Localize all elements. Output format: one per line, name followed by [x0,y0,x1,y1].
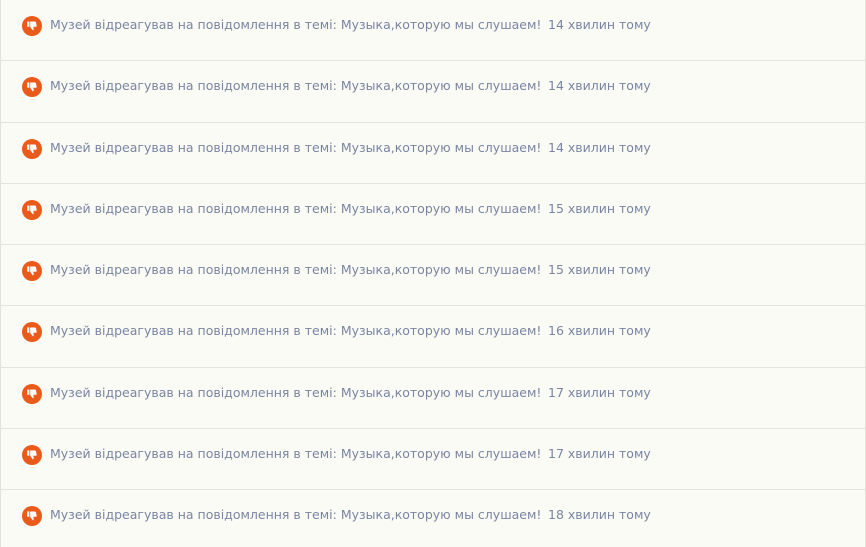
alert-time: 18 хвилин тому [548,507,651,522]
thumbs-down-icon [22,77,42,98]
thumbs-down-icon [22,16,42,36]
alert-time: 14 хвилин тому [548,139,651,155]
alert-row: Музей відреагував на повідомлення в темі… [1,306,865,368]
alert-row: Музей відреагував на повідомлення в темі… [1,183,865,245]
thumbs-down-icon [22,506,42,526]
thumbs-down-icon [22,383,42,404]
alert-time: 14 хвилин тому [548,78,651,94]
alert-text-link[interactable]: Музей відреагував на повідомлення в темі… [50,507,541,523]
alert-text-link[interactable]: Музей відреагував на повідомлення в темі… [50,201,541,217]
alert-text-link[interactable]: Музей відреагував на повідомлення в темі… [50,140,541,156]
alert-time: 15 хвилин тому [548,262,651,277]
thumbs-down-icon [22,444,42,465]
alert-time: 14 хвилин тому [548,17,651,32]
alert-text-link[interactable]: Музей відреагував на повідомлення в темі… [50,17,541,33]
alert-row: Музей відреагував на повідомлення в темі… [1,490,865,547]
alert-time: 17 хвилин тому [548,384,651,400]
thumbs-down-icon [22,138,42,159]
alert-text-link[interactable]: Музей відреагував на повідомлення в темі… [50,385,541,401]
alert-text-link[interactable]: Музей відреагував на повідомлення в темі… [50,78,541,94]
alert-time: 16 хвилин тому [548,323,651,339]
alert-row: Музей відреагував на повідомлення в темі… [1,122,865,184]
alert-time: 17 хвилин тому [548,445,651,461]
alert-row: Музей відреагував на повідомлення в темі… [1,367,865,429]
thumbs-down-icon [22,261,42,281]
alert-text-link[interactable]: Музей відреагував на повідомлення в темі… [50,323,541,339]
thumbs-down-icon [22,322,42,343]
alert-text-link[interactable]: Музей відреагував на повідомлення в темі… [50,262,541,278]
alerts-list: Музей відреагував на повідомлення в темі… [0,0,866,547]
alert-row: Музей відреагував на повідомлення в темі… [1,245,865,307]
alert-text-link[interactable]: Музей відреагував на повідомлення в темі… [50,446,541,462]
alert-row: Музей відреагував на повідомлення в темі… [1,61,865,123]
thumbs-down-icon [22,199,42,220]
alert-time: 15 хвилин тому [548,200,651,216]
alert-row: Музей відреагував на повідомлення в темі… [1,428,865,490]
alert-row: Музей відреагував на повідомлення в темі… [1,0,865,62]
